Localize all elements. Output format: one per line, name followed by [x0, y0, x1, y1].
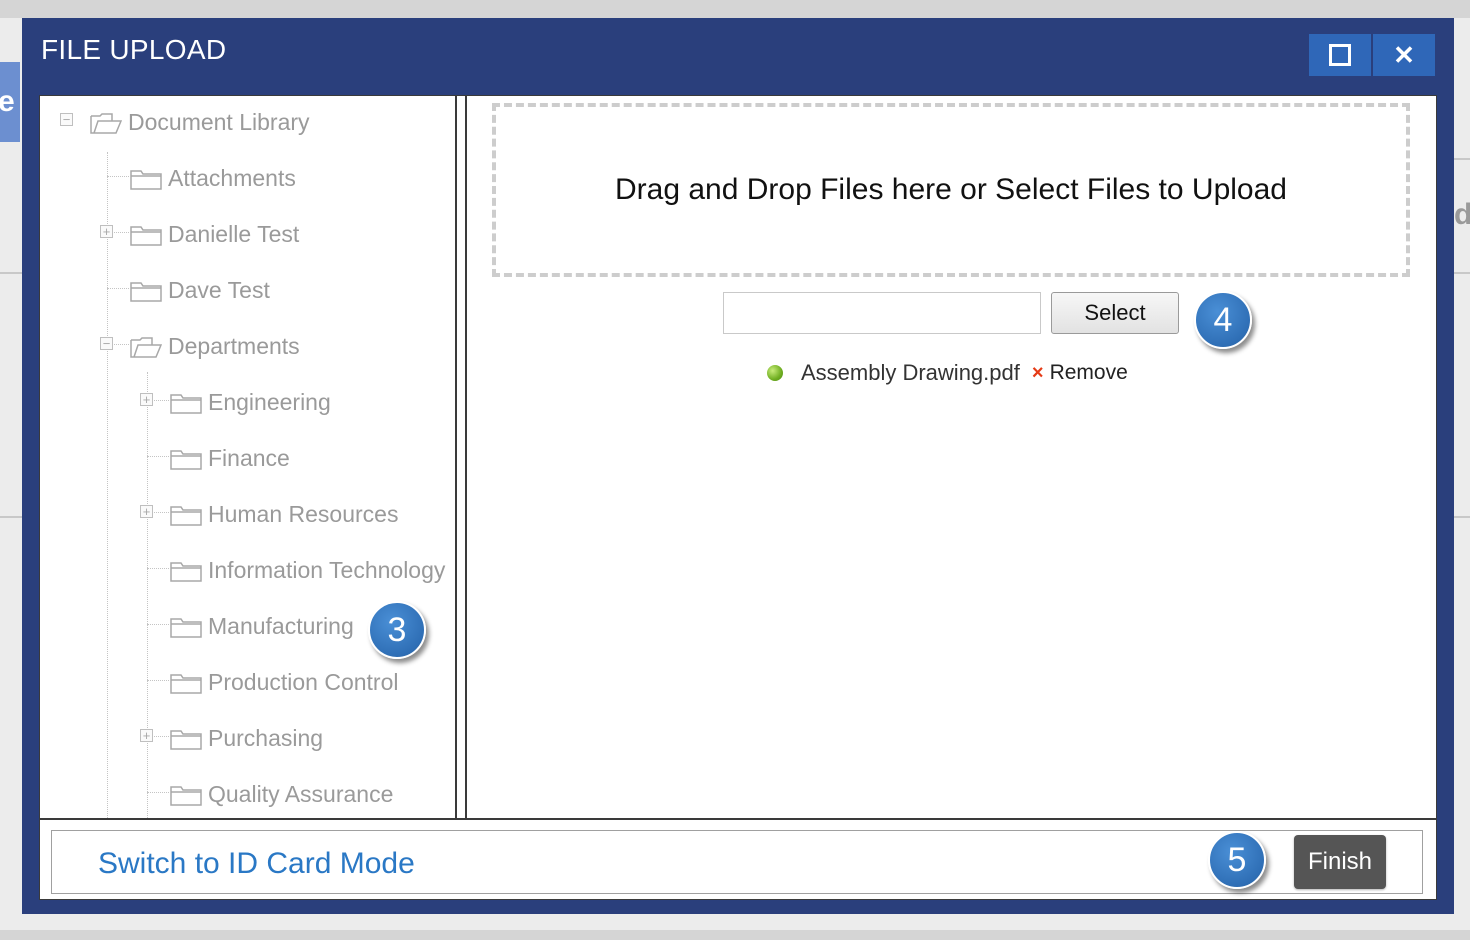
tree-item-label: Human Resources — [208, 500, 399, 527]
background-divider — [1454, 516, 1470, 518]
upload-status-icon — [767, 365, 783, 381]
folder-icon — [130, 279, 162, 302]
folder-open-icon — [90, 111, 122, 134]
file-upload-dialog: FILE UPLOAD ✕ − Document Library Attachm… — [22, 18, 1454, 914]
tree-toggle-collapse[interactable]: − — [60, 113, 73, 126]
folder-icon — [170, 391, 202, 414]
tree-connector — [107, 288, 129, 289]
background-divider — [1454, 272, 1470, 274]
tree-item-finance[interactable]: Finance — [170, 438, 290, 478]
step-badge-4: 4 — [1194, 291, 1252, 349]
close-icon: ✕ — [1393, 40, 1415, 70]
pane-splitter[interactable] — [457, 96, 467, 820]
tree-connector — [147, 624, 169, 625]
tree-item-purchasing[interactable]: Purchasing — [170, 718, 323, 758]
folder-icon — [170, 671, 202, 694]
tree-item-label: Purchasing — [208, 724, 324, 751]
uploaded-file-row: Assembly Drawing.pdf × Remove — [767, 358, 1128, 388]
close-button[interactable]: ✕ — [1373, 34, 1435, 76]
tree-item-departments[interactable]: Departments — [130, 326, 300, 366]
tree-item-attachments[interactable]: Attachments — [130, 158, 296, 198]
folder-icon — [170, 503, 202, 526]
file-path-input[interactable] — [723, 292, 1041, 334]
tree-connector — [147, 456, 169, 457]
tree-connector — [147, 568, 169, 569]
tree-connector — [107, 176, 129, 177]
tree-item-dave-test[interactable]: Dave Test — [130, 270, 270, 310]
tree-toggle-collapse[interactable]: − — [100, 337, 113, 350]
tree-item-label: Document Library — [128, 108, 310, 135]
remove-icon[interactable]: × — [1032, 362, 1044, 385]
background-tab-fragment: e — [0, 62, 20, 142]
folder-icon — [170, 783, 202, 806]
select-button[interactable]: Select — [1051, 292, 1179, 334]
tree-item-label: Finance — [208, 444, 290, 471]
dialog-title: FILE UPLOAD — [41, 34, 227, 65]
tree-toggle-expand[interactable]: + — [140, 729, 153, 742]
switch-to-id-card-mode-link[interactable]: Switch to ID Card Mode — [98, 847, 415, 881]
tree-item-label: Manufacturing — [208, 612, 354, 639]
folder-tree[interactable]: − Document Library Attachments + Daniell… — [40, 96, 457, 820]
folder-icon — [130, 167, 162, 190]
tree-item-label: Production Control — [208, 668, 399, 695]
step-badge-5: 5 — [1208, 831, 1266, 889]
background-divider — [0, 516, 22, 518]
folder-open-icon — [130, 335, 162, 358]
folder-icon — [170, 447, 202, 470]
tree-item-label: Dave Test — [168, 276, 270, 303]
tree-item-label: Departments — [168, 332, 300, 359]
drop-zone-text: Drag and Drop Files here or Select Files… — [615, 173, 1287, 206]
tree-toggle-expand[interactable]: + — [140, 393, 153, 406]
finish-button[interactable]: Finish — [1294, 835, 1386, 889]
tree-connector — [147, 680, 169, 681]
tree-item-label: Engineering — [208, 388, 331, 415]
folder-icon — [170, 559, 202, 582]
tree-item-production-control[interactable]: Production Control — [170, 662, 399, 702]
dialog-content: − Document Library Attachments + Daniell… — [39, 95, 1437, 900]
tree-item-manufacturing[interactable]: Manufacturing — [170, 606, 354, 646]
tree-connector — [147, 792, 169, 793]
step-badge-3: 3 — [368, 601, 426, 659]
tree-item-human-resources[interactable]: Human Resources — [170, 494, 398, 534]
tree-item-document-library[interactable]: Document Library — [90, 102, 310, 142]
tree-connector — [107, 152, 108, 820]
drop-zone[interactable]: Drag and Drop Files here or Select Files… — [492, 103, 1410, 277]
tree-item-label: Information Technology — [208, 556, 446, 583]
tree-item-label: Danielle Test — [168, 220, 300, 247]
folder-icon — [170, 615, 202, 638]
folder-icon — [130, 223, 162, 246]
remove-link[interactable]: Remove — [1050, 361, 1128, 385]
maximize-button[interactable] — [1309, 34, 1371, 76]
tree-item-danielle-test[interactable]: Danielle Test — [130, 214, 299, 254]
tree-item-quality-assurance[interactable]: Quality Assurance — [170, 774, 393, 814]
upload-pane: Drag and Drop Files here or Select Files… — [467, 96, 1436, 820]
maximize-icon — [1329, 44, 1351, 66]
tree-item-label: Attachments — [168, 164, 296, 191]
uploaded-file-name: Assembly Drawing.pdf — [801, 360, 1020, 385]
background-divider — [1454, 158, 1470, 160]
folder-icon — [170, 727, 202, 750]
background-divider — [0, 272, 22, 274]
tree-item-information-technology[interactable]: Information Technology — [170, 550, 445, 590]
tree-connector — [147, 372, 148, 820]
tree-item-label: Quality Assurance — [208, 780, 394, 807]
tree-toggle-expand[interactable]: + — [140, 505, 153, 518]
tree-toggle-expand[interactable]: + — [100, 225, 113, 238]
background-text-fragment: d — [1454, 198, 1470, 231]
tree-item-engineering[interactable]: Engineering — [170, 382, 331, 422]
